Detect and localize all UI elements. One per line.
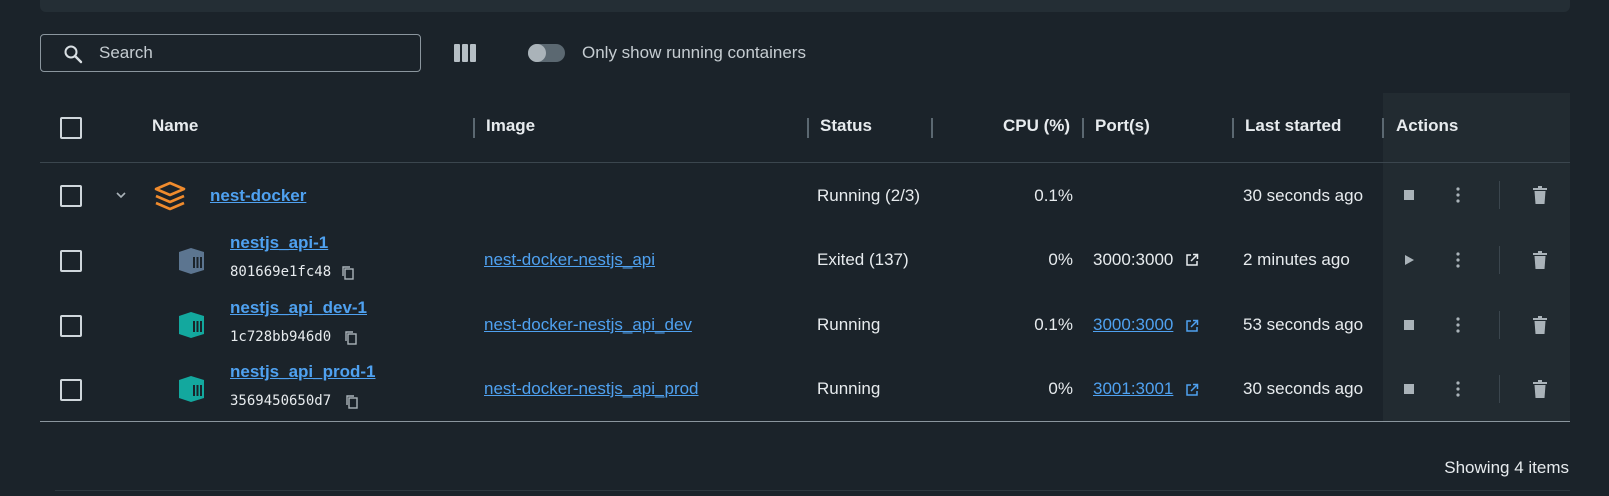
- container-name-link[interactable]: nestjs_api_prod-1: [230, 362, 376, 382]
- stack-icon: [154, 181, 186, 211]
- play-icon[interactable]: [1402, 253, 1416, 267]
- container-id: 3569450650d7: [230, 393, 332, 409]
- more-options-icon[interactable]: [1451, 251, 1465, 269]
- row-checkbox[interactable]: [60, 315, 82, 337]
- copy-icon[interactable]: [345, 394, 359, 410]
- column-header-actions: Actions: [1396, 116, 1459, 135]
- action-divider: [1499, 311, 1500, 339]
- delete-icon[interactable]: [1532, 380, 1548, 398]
- column-header-name[interactable]: Name: [152, 116, 198, 136]
- container-id: 801669e1fc48: [230, 264, 332, 280]
- search-box[interactable]: [40, 34, 421, 72]
- chevron-down-icon[interactable]: [114, 188, 128, 202]
- column-resizer[interactable]: [807, 118, 809, 138]
- column-header-status[interactable]: Status: [820, 116, 872, 136]
- column-header-image[interactable]: Image: [486, 116, 535, 136]
- stop-icon[interactable]: [1402, 382, 1416, 396]
- footer-divider: [55, 490, 1570, 491]
- columns-icon[interactable]: [451, 41, 479, 65]
- container-last-started: 30 seconds ago: [1243, 379, 1364, 398]
- container-cpu: 0%: [1048, 250, 1073, 269]
- container-status: Exited (137): [817, 250, 909, 269]
- container-name-link[interactable]: nestjs_api-1: [230, 233, 328, 253]
- running-filter-toggle[interactable]: [528, 44, 565, 62]
- container-id: 1c728bb946d0: [230, 329, 332, 345]
- top-panel: [40, 0, 1570, 12]
- port-link[interactable]: 3000:3000: [1093, 315, 1173, 335]
- container-icon: [179, 312, 204, 338]
- search-icon: [64, 45, 83, 64]
- copy-icon[interactable]: [344, 330, 358, 346]
- column-resizer[interactable]: [1082, 118, 1084, 138]
- group-status: Running (2/3): [817, 186, 921, 205]
- container-icon: [179, 248, 204, 274]
- stop-icon[interactable]: [1402, 318, 1416, 332]
- container-last-started: 53 seconds ago: [1243, 315, 1364, 334]
- action-divider: [1499, 181, 1500, 209]
- stop-icon[interactable]: [1402, 188, 1416, 202]
- column-resizer[interactable]: [931, 118, 933, 138]
- image-link[interactable]: nest-docker-nestjs_api: [484, 250, 655, 270]
- more-options-icon[interactable]: [1451, 380, 1465, 398]
- group-last-started: 30 seconds ago: [1243, 186, 1364, 205]
- header-divider: [40, 162, 1570, 163]
- row-checkbox[interactable]: [60, 185, 82, 207]
- table-bottom-border: [40, 421, 1570, 422]
- container-icon: [179, 376, 204, 402]
- delete-icon[interactable]: [1532, 186, 1548, 204]
- column-resizer[interactable]: [1232, 118, 1234, 138]
- select-all-checkbox[interactable]: [60, 117, 82, 139]
- column-header-ports[interactable]: Port(s): [1095, 116, 1150, 136]
- container-port: 3000:3000: [1093, 250, 1174, 269]
- more-options-icon[interactable]: [1451, 316, 1465, 334]
- group-cpu: 0.1%: [1034, 186, 1073, 205]
- copy-icon[interactable]: [341, 265, 355, 281]
- column-resizer[interactable]: [473, 118, 475, 138]
- group-name-link[interactable]: nest-docker: [210, 186, 306, 206]
- search-input[interactable]: [99, 35, 399, 71]
- column-resizer[interactable]: [1382, 118, 1384, 138]
- running-filter-label: Only show running containers: [582, 43, 806, 62]
- action-divider: [1499, 246, 1500, 274]
- more-options-icon[interactable]: [1451, 186, 1465, 204]
- column-header-cpu[interactable]: CPU (%): [1003, 116, 1070, 136]
- image-link[interactable]: nest-docker-nestjs_api_prod: [484, 379, 699, 399]
- port-link[interactable]: 3001:3001: [1093, 379, 1173, 399]
- container-name-link[interactable]: nestjs_api_dev-1: [230, 298, 367, 318]
- external-link-icon[interactable]: [1185, 253, 1199, 267]
- external-link-icon[interactable]: [1185, 319, 1199, 333]
- container-cpu: 0.1%: [1034, 315, 1073, 334]
- row-checkbox[interactable]: [60, 250, 82, 272]
- row-checkbox[interactable]: [60, 379, 82, 401]
- column-header-last-started[interactable]: Last started: [1245, 116, 1341, 136]
- action-divider: [1499, 375, 1500, 403]
- container-status: Running: [817, 315, 881, 334]
- item-count: Showing 4 items: [1444, 458, 1569, 477]
- container-last-started: 2 minutes ago: [1243, 250, 1350, 269]
- container-status: Running: [817, 379, 881, 398]
- delete-icon[interactable]: [1532, 316, 1548, 334]
- delete-icon[interactable]: [1532, 251, 1548, 269]
- external-link-icon[interactable]: [1185, 383, 1199, 397]
- container-cpu: 0%: [1048, 379, 1073, 398]
- image-link[interactable]: nest-docker-nestjs_api_dev: [484, 315, 692, 335]
